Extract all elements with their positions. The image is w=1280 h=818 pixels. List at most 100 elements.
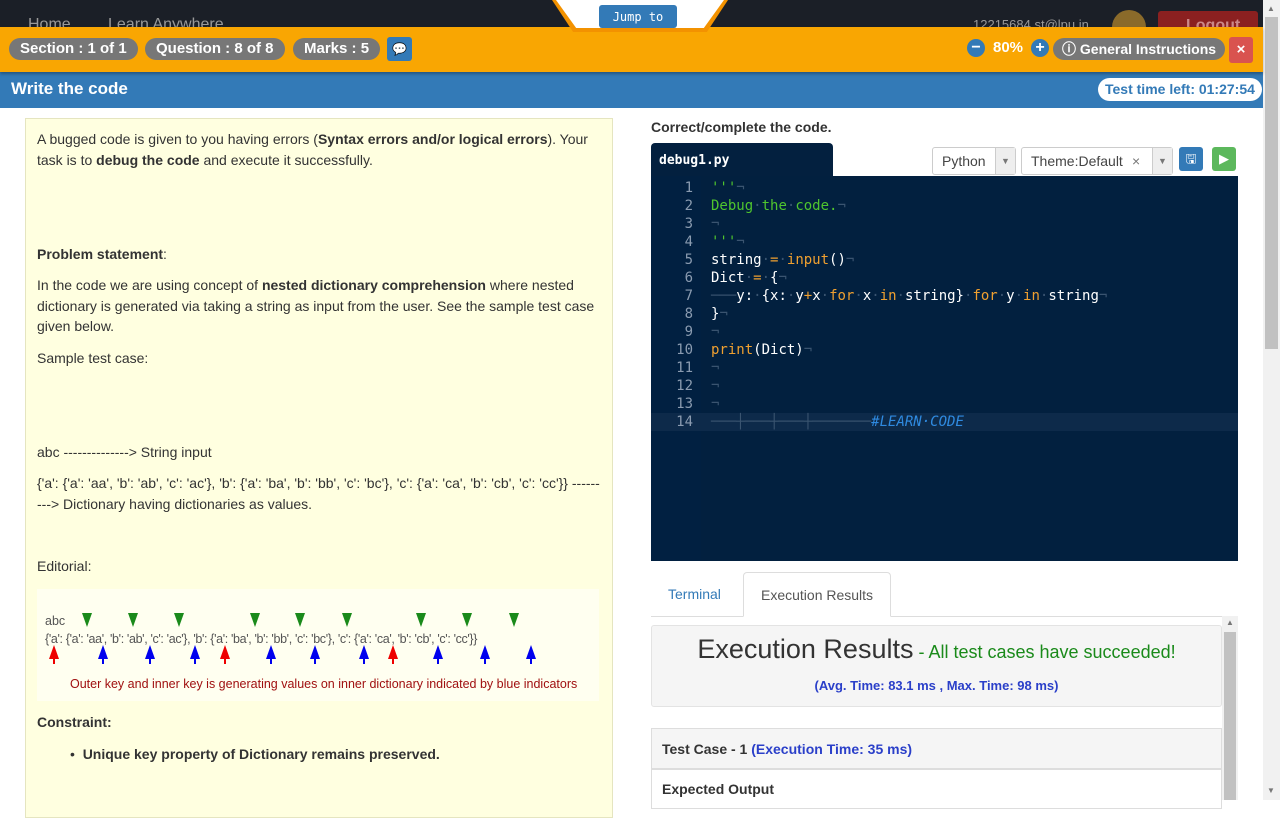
editorial-label: Editorial: — [37, 558, 92, 574]
code-line[interactable]: 8}¬ — [651, 305, 1238, 323]
jump-to-tab: Jump to — [552, 0, 728, 32]
results-status: - All test cases have succeeded! — [913, 642, 1176, 662]
line-number: 2 — [684, 198, 693, 214]
zoom-out-button[interactable]: − — [967, 39, 985, 57]
language-value: Python — [942, 153, 986, 169]
general-instructions-button[interactable]: ⓘ General Instructions — [1053, 38, 1226, 60]
line-number: 10 — [676, 342, 693, 358]
code-line[interactable]: 1 '''¬ — [651, 179, 1238, 197]
clear-icon[interactable]: × — [1132, 148, 1140, 174]
line-code: Dict·=·{¬ — [711, 270, 787, 286]
up-arrow-icon — [526, 645, 536, 659]
code-line[interactable]: 4 '''¬ — [651, 233, 1238, 251]
code-line[interactable]: 9 ¬ — [651, 323, 1238, 341]
code-line[interactable]: 2 Debug·the·code.¬ — [651, 197, 1238, 215]
section-badge: Section : 1 of 1 — [9, 38, 138, 60]
results-scrollbar[interactable]: ▲ — [1222, 616, 1238, 800]
up-arrow-icon — [310, 645, 320, 659]
down-arrow-icon — [295, 613, 305, 627]
nav-home[interactable]: Home — [28, 16, 71, 27]
sample-input: abc --------------> String input — [37, 444, 212, 460]
code-line[interactable]: 13 ¬ — [651, 395, 1238, 413]
line-code: '''¬ — [711, 180, 745, 196]
code-line[interactable]: 7 ───y:·{x:·y+x·for·x·in·string}·for·y·in… — [651, 287, 1238, 305]
line-number: 4 — [684, 234, 693, 250]
line-code: print(Dict)¬ — [711, 342, 813, 358]
line-number: 11 — [676, 360, 693, 376]
code-line[interactable]: 11 ¬ — [651, 359, 1238, 377]
up-arrow-icon — [220, 645, 230, 659]
code-line[interactable]: 5 string·=·input()¬ — [651, 251, 1238, 269]
down-arrow-icon — [82, 613, 92, 627]
problem-heading: Problem statement: — [37, 246, 167, 262]
line-number: 7 — [684, 288, 693, 304]
intro-text: A bugged code is given to you having err… — [37, 131, 588, 168]
line-code: Debug·the·code.¬ — [711, 198, 846, 214]
question-panel: A bugged code is given to you having err… — [25, 118, 613, 818]
page-title: Write the code — [11, 79, 128, 98]
down-arrow-icon — [509, 613, 519, 627]
general-instructions-label: General Instructions — [1079, 41, 1217, 57]
comments-icon: 💬 — [392, 42, 407, 56]
question-badge[interactable]: Question : 8 of 8 — [145, 38, 285, 60]
line-code: ¬ — [711, 378, 720, 394]
code-editor[interactable]: 1 '''¬ 2 Debug·the·code.¬ 3 ¬ 4 '''¬ 5 string·=·i… — [651, 176, 1238, 561]
up-arrow-icon — [266, 645, 276, 659]
down-arrow-icon — [128, 613, 138, 627]
status-bar: Section : 1 of 1 Question : 8 of 8 Marks… — [0, 27, 1263, 72]
code-line[interactable]: 12 ¬ — [651, 377, 1238, 395]
theme-select[interactable]: Theme:Default × ▼ — [1021, 147, 1173, 175]
code-line[interactable]: 10 print(Dict)¬ — [651, 341, 1238, 359]
avatar[interactable] — [1112, 10, 1146, 27]
down-arrow-icon — [174, 613, 184, 627]
code-line[interactable]: 14 ───┼───┼───┼───────#LEARN·CODE — [651, 413, 1238, 431]
code-line[interactable]: 6 Dict·=·{¬ — [651, 269, 1238, 287]
up-arrow-icon — [388, 645, 398, 659]
up-arrow-icon — [49, 645, 59, 659]
dropdown-icon: ▼ — [1152, 148, 1172, 174]
test-case-time: (Execution Time: 35 ms) — [751, 741, 913, 757]
constraint-heading: Constraint: — [37, 714, 112, 730]
test-case-header[interactable]: Test Case - 1 (Execution Time: 35 ms) — [651, 728, 1222, 769]
page-scrollbar[interactable]: ▲ ▼ — [1263, 0, 1280, 800]
jump-to-button[interactable]: Jump to — [599, 5, 677, 28]
save-button[interactable]: 🖫 — [1179, 147, 1203, 171]
line-code: ───┼───┼───┼───────#LEARN·CODE — [711, 414, 964, 430]
play-icon: ▶ — [1219, 151, 1229, 166]
down-arrow-icon — [462, 613, 472, 627]
up-arrow-icon — [433, 645, 443, 659]
run-button[interactable]: ▶ — [1212, 147, 1236, 171]
execution-summary: Execution Results - All test cases have … — [651, 625, 1222, 707]
line-number: 6 — [684, 270, 693, 286]
close-button[interactable]: × — [1229, 37, 1253, 63]
expected-output-label: Expected Output — [651, 769, 1222, 809]
results-heading: Execution Results — [697, 634, 914, 664]
line-number: 12 — [676, 378, 693, 394]
line-number: 3 — [684, 216, 693, 232]
line-code: '''¬ — [711, 234, 745, 250]
minus-icon: − — [971, 39, 981, 56]
down-arrow-icon — [250, 613, 260, 627]
test-case-label: Test Case - 1 — [662, 741, 748, 757]
tab-terminal[interactable]: Terminal — [651, 572, 738, 617]
line-number: 8 — [684, 306, 693, 322]
user-email: 12215684.st@lpu.in — [973, 17, 1089, 27]
line-number: 14 — [676, 414, 693, 430]
logout-button[interactable]: Logout — [1158, 11, 1258, 27]
tab-execution-results[interactable]: Execution Results — [743, 572, 892, 617]
zoom-in-button[interactable]: + — [1031, 39, 1049, 57]
chat-button[interactable]: 💬 — [387, 37, 412, 61]
save-icon: 🖫 — [1185, 151, 1197, 166]
dropdown-icon: ▼ — [995, 148, 1015, 174]
code-line[interactable]: 3 ¬ — [651, 215, 1238, 233]
file-tab[interactable]: debug1.py — [651, 143, 833, 177]
tabs-divider — [651, 616, 1238, 617]
line-code: ¬ — [711, 360, 720, 376]
down-arrow-icon — [342, 613, 352, 627]
nav-learn-anywhere[interactable]: Learn Anywhere — [108, 16, 224, 27]
language-select[interactable]: Python ▼ — [932, 147, 1016, 175]
up-arrow-icon — [359, 645, 369, 659]
zoom-level: 80% — [993, 39, 1024, 56]
diagram-caption: Outer key and inner key is generating va… — [70, 677, 578, 691]
line-code: ───y:·{x:·y+x·for·x·in·string}·for·y·in·… — [711, 288, 1108, 304]
